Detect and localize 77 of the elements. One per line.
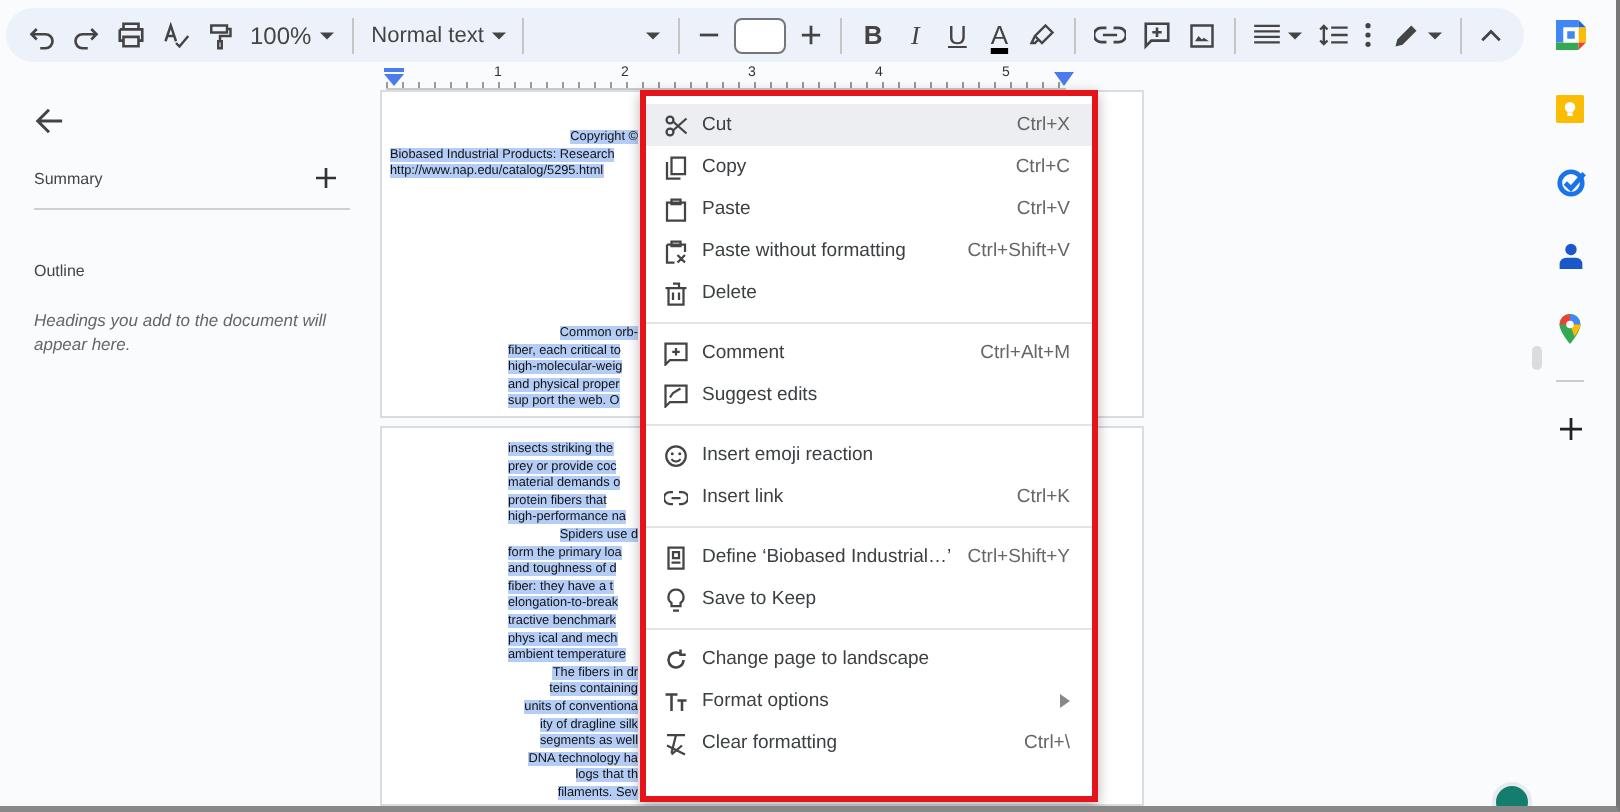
person-icon[interactable] bbox=[1557, 242, 1583, 270]
shortcut-text: Ctrl+V bbox=[1016, 198, 1070, 220]
shortcut-text: Ctrl+\ bbox=[1024, 732, 1070, 754]
menu-item[interactable]: Copy Ctrl+C bbox=[646, 146, 1092, 188]
calendar-icon[interactable] bbox=[1555, 20, 1585, 50]
link-icon bbox=[1094, 26, 1127, 44]
indent-marker-icon[interactable] bbox=[1054, 72, 1074, 86]
menu-item[interactable]: Delete bbox=[646, 272, 1092, 314]
menu-item[interactable]: Save to Keep bbox=[646, 578, 1092, 620]
spellcheck-icon bbox=[162, 21, 190, 49]
map-pin-icon[interactable] bbox=[1558, 314, 1582, 344]
paste-plain-icon bbox=[664, 239, 688, 263]
shortcut-text: Ctrl+X bbox=[1016, 114, 1070, 136]
outline-heading: Outline bbox=[34, 262, 87, 280]
caret-icon bbox=[1428, 31, 1443, 39]
back-arrow-icon bbox=[34, 106, 64, 136]
delete-icon bbox=[664, 281, 688, 305]
add-summary-button[interactable] bbox=[316, 168, 336, 188]
menu-item[interactable]: Suggest edits bbox=[646, 374, 1092, 416]
outline-hint: Headings you add to the document will appear here. bbox=[34, 308, 329, 356]
cut-icon bbox=[664, 113, 688, 137]
plus-icon bbox=[800, 24, 823, 46]
scrollbar-thumb[interactable] bbox=[1532, 346, 1542, 370]
indent-marker-icon[interactable] bbox=[384, 68, 404, 86]
clear-icon bbox=[664, 731, 688, 755]
summary-heading: Summary bbox=[34, 169, 103, 187]
line-spacing-icon bbox=[1318, 24, 1349, 46]
more-icon bbox=[1364, 22, 1373, 48]
menu-item[interactable]: Change page to landscape bbox=[646, 638, 1092, 680]
font-size-field[interactable] bbox=[734, 17, 787, 53]
back-button[interactable] bbox=[34, 106, 64, 136]
shortcut-text: Ctrl+K bbox=[1016, 486, 1070, 508]
menu-item[interactable]: Cut Ctrl+X bbox=[646, 104, 1092, 146]
link-icon bbox=[664, 485, 688, 509]
plus-icon bbox=[316, 168, 336, 188]
shortcut-text: Ctrl+Alt+M bbox=[980, 342, 1070, 364]
color-button[interactable]: A bbox=[980, 13, 1019, 57]
suggest-icon bbox=[664, 383, 688, 407]
chevron-up-icon bbox=[1480, 28, 1503, 42]
image-icon bbox=[1188, 21, 1217, 49]
style-dropdown[interactable]: Normal text bbox=[365, 13, 510, 57]
menu-item[interactable]: Format options bbox=[646, 680, 1092, 722]
emoji-icon bbox=[664, 443, 688, 467]
menu-item[interactable]: Clear formatting Ctrl+\ bbox=[646, 722, 1092, 764]
shortcut-text: Ctrl+Shift+Y bbox=[967, 546, 1070, 568]
rotate-icon bbox=[664, 647, 688, 671]
pencil-icon bbox=[1392, 21, 1421, 49]
marker-icon bbox=[1028, 21, 1057, 49]
menu-item[interactable]: Insert emoji reaction bbox=[646, 434, 1092, 476]
submenu-arrow-icon bbox=[1060, 694, 1070, 708]
bold-button[interactable]: B bbox=[854, 13, 893, 57]
menu-item[interactable]: Paste without formatting Ctrl+Shift+V bbox=[646, 230, 1092, 272]
zoom-dropdown[interactable]: 100% bbox=[244, 13, 340, 57]
task-check-icon[interactable] bbox=[1555, 168, 1585, 198]
caret-icon bbox=[1288, 31, 1303, 39]
menu-item[interactable]: Comment Ctrl+Alt+M bbox=[646, 332, 1092, 374]
add-icon[interactable] bbox=[1559, 418, 1581, 440]
copy-icon bbox=[664, 155, 688, 179]
menu-item[interactable]: Paste Ctrl+V bbox=[646, 188, 1092, 230]
book-icon bbox=[664, 545, 688, 569]
caret-icon bbox=[646, 31, 661, 39]
caret-icon bbox=[491, 31, 506, 39]
paint-roller-icon bbox=[206, 21, 234, 49]
comment-plus-icon bbox=[1142, 20, 1173, 50]
printer-icon bbox=[116, 20, 146, 50]
format-icon bbox=[664, 689, 688, 713]
bulb-icon bbox=[664, 587, 688, 611]
caret-icon bbox=[319, 31, 334, 39]
comment-icon bbox=[664, 341, 688, 365]
paste-icon bbox=[664, 197, 688, 221]
italic-button[interactable]: I bbox=[896, 13, 935, 57]
menu-item[interactable]: Insert link Ctrl+K bbox=[646, 476, 1092, 518]
shortcut-text: Ctrl+C bbox=[1015, 156, 1070, 178]
shortcut-text: Ctrl+Shift+V bbox=[967, 240, 1070, 262]
underline-button[interactable]: U bbox=[938, 13, 977, 57]
menu-item[interactable]: Define ‘Biobased Industrial…’ Ctrl+Shift+Y bbox=[646, 536, 1092, 578]
justify-icon bbox=[1254, 24, 1281, 46]
